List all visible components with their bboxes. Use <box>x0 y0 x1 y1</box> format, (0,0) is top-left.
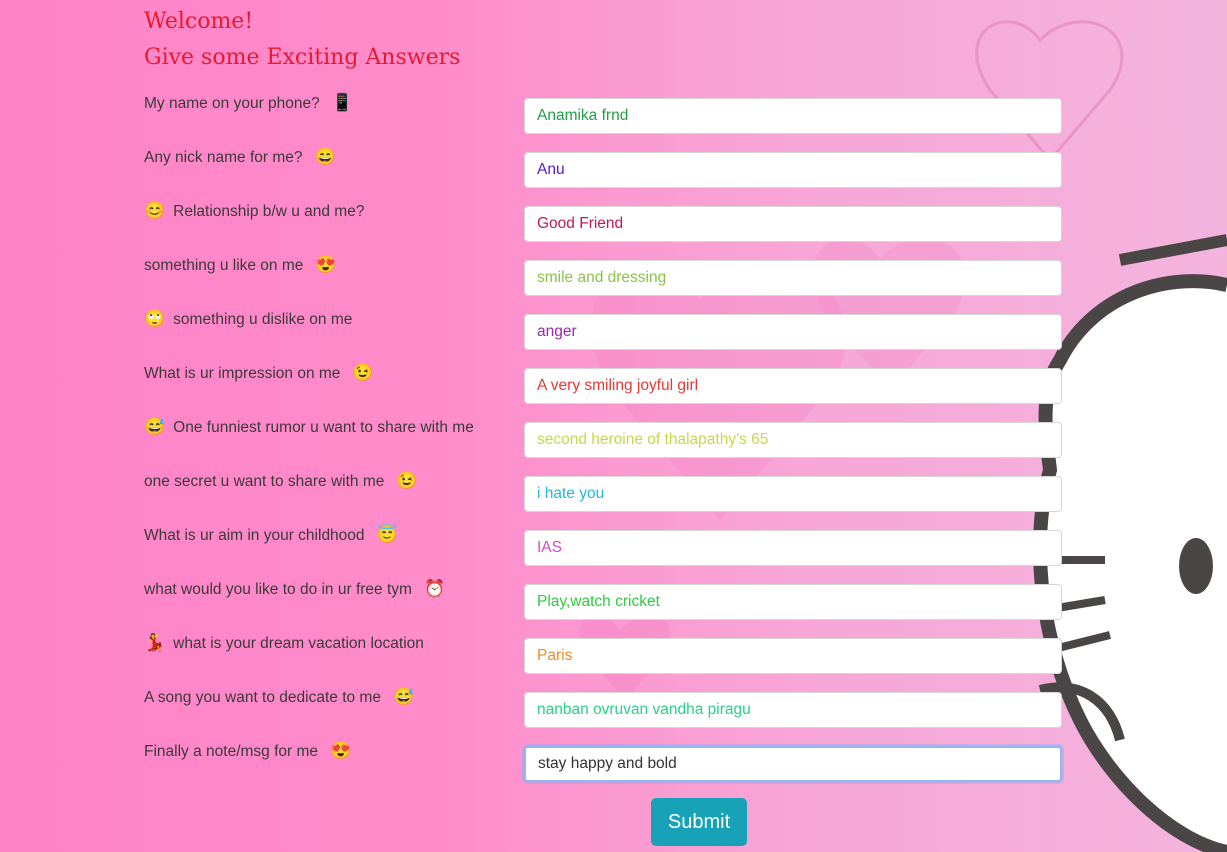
question-text: what would you like to do in ur free tym <box>144 581 412 598</box>
question-label: what would you like to do in ur free tym… <box>144 579 445 599</box>
submit-button[interactable]: Submit <box>651 798 747 846</box>
emoji-icon: 😊 <box>144 201 166 220</box>
emoji-icon: 😇 <box>376 525 398 544</box>
question-label: What is ur aim in your childhood 😇 <box>144 525 398 545</box>
question-label: something u like on me 😍 <box>144 255 337 275</box>
answer-input[interactable] <box>524 152 1062 188</box>
question-row: What is ur aim in your childhood 😇 <box>144 525 1064 566</box>
question-label: 😊 Relationship b/w u and me? <box>144 201 364 221</box>
emoji-icon: 😍 <box>315 255 337 274</box>
question-label: What is ur impression on me 😉 <box>144 363 374 383</box>
answer-input[interactable] <box>524 260 1062 296</box>
answer-input[interactable] <box>524 584 1062 620</box>
question-label: 💃 what is your dream vacation location <box>144 633 424 653</box>
question-row: What is ur impression on me 😉 <box>144 363 1064 404</box>
question-row: something u like on me 😍 <box>144 255 1064 296</box>
emoji-icon: 🙄 <box>144 309 166 328</box>
welcome-title: Welcome! <box>144 9 254 34</box>
question-text: A song you want to dedicate to me <box>144 689 381 706</box>
answer-input[interactable] <box>524 476 1062 512</box>
emoji-icon: ⏰ <box>423 579 446 598</box>
question-label: 🙄 something u dislike on me <box>144 309 352 329</box>
answer-input[interactable] <box>524 530 1062 566</box>
question-text: Relationship b/w u and me? <box>173 203 365 220</box>
answer-input[interactable] <box>524 422 1062 458</box>
question-text: Finally a note/msg for me <box>144 743 319 760</box>
answer-input[interactable] <box>524 314 1062 350</box>
emoji-icon: 😅 <box>392 687 415 706</box>
emoji-icon: 😉 <box>352 363 374 382</box>
emoji-icon: 💃 <box>144 633 166 652</box>
emoji-icon: 😅 <box>144 417 166 436</box>
question-row: one secret u want to share with me 😉 <box>144 471 1064 512</box>
question-row: 😅 One funniest rumor u want to share with… <box>144 417 1064 458</box>
emoji-icon: 😄 <box>314 147 336 166</box>
question-label: 😅 One funniest rumor u want to share with… <box>144 417 474 437</box>
answer-input[interactable] <box>524 746 1062 782</box>
question-text: Any nick name for me? <box>144 149 303 166</box>
answer-input[interactable] <box>524 206 1062 242</box>
answer-input[interactable] <box>524 638 1062 674</box>
question-label: A song you want to dedicate to me 😅 <box>144 687 414 707</box>
question-row: 💃 what is your dream vacation location <box>144 633 1064 674</box>
question-text: What is ur impression on me <box>144 365 341 382</box>
answer-input[interactable] <box>524 98 1062 134</box>
question-row: A song you want to dedicate to me 😅 <box>144 687 1064 728</box>
page-header: Welcome! Give some Exciting Answers <box>144 4 460 76</box>
emoji-icon: 😉 <box>396 471 418 490</box>
question-label: one secret u want to share with me 😉 <box>144 471 418 491</box>
question-label: Any nick name for me? 😄 <box>144 147 336 167</box>
question-text: one secret u want to share with me <box>144 473 385 490</box>
question-text: What is ur aim in your childhood <box>144 527 365 544</box>
question-label: Finally a note/msg for me 😍 <box>144 741 351 761</box>
question-text: something u dislike on me <box>173 311 353 328</box>
question-row: 😊 Relationship b/w u and me? <box>144 201 1064 242</box>
question-label: My name on your phone? 📱 <box>144 93 353 113</box>
emoji-icon: 😍 <box>330 741 352 760</box>
question-text: what is your dream vacation location <box>173 635 424 652</box>
question-row: Any nick name for me? 😄 <box>144 147 1064 188</box>
question-row: Finally a note/msg for me 😍 <box>144 741 1064 782</box>
question-text: My name on your phone? <box>144 95 320 112</box>
question-text: One funniest rumor u want to share with … <box>173 419 474 436</box>
question-text: something u like on me <box>144 257 304 274</box>
question-row: what would you like to do in ur free tym… <box>144 579 1064 620</box>
welcome-subtitle: Give some Exciting Answers <box>144 45 461 70</box>
answer-input[interactable] <box>524 368 1062 404</box>
question-row: 🙄 something u dislike on me <box>144 309 1064 350</box>
emoji-icon: 📱 <box>331 93 353 112</box>
answer-input[interactable] <box>524 692 1062 728</box>
question-row: My name on your phone? 📱 <box>144 93 1064 134</box>
